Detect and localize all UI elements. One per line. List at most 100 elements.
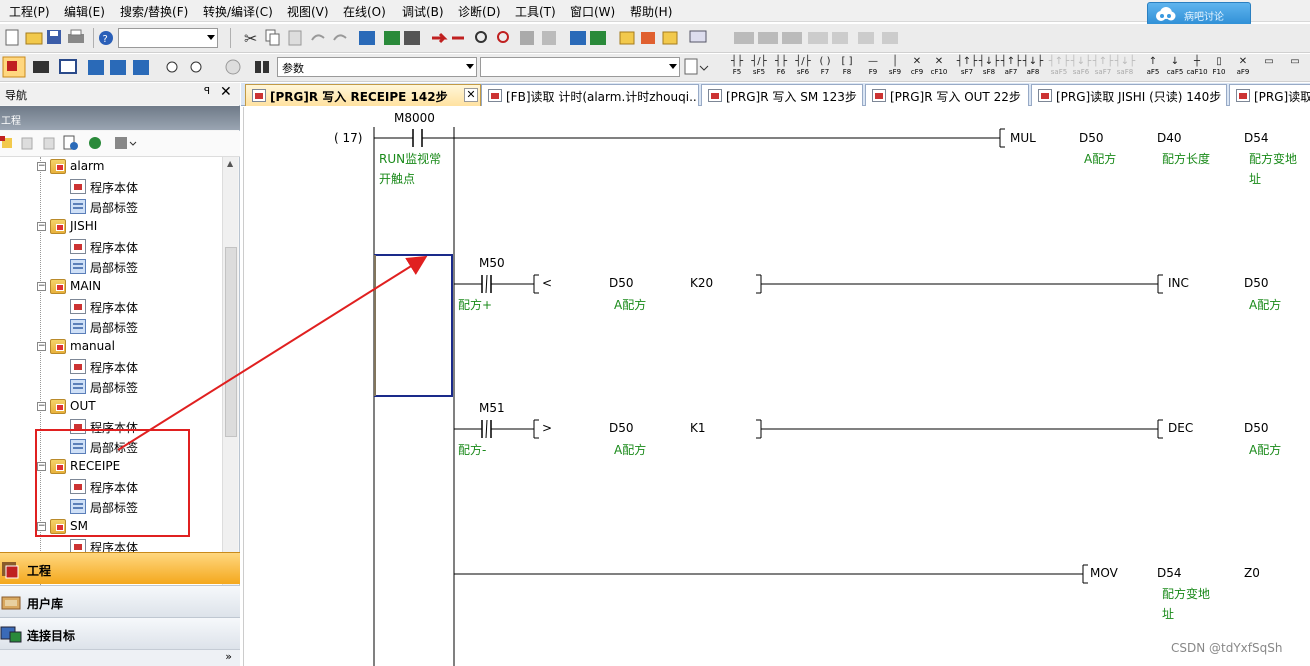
collapse-icon[interactable]: − xyxy=(37,402,46,411)
fkey-sf8[interactable]: ┤↓├ sF8 xyxy=(978,56,1000,78)
collapse-icon[interactable]: − xyxy=(37,282,46,291)
tab-label: [FB]读取 计时(alarm.计时zhouqi... xyxy=(506,90,699,104)
close-icon[interactable]: ✕ xyxy=(220,84,232,100)
connection-target-icon xyxy=(0,626,22,643)
fkey-sf9[interactable]: │ sF9 xyxy=(884,56,906,78)
inst-mov[interactable]: MOV xyxy=(1090,566,1118,580)
menu-convert-compile[interactable]: 转换/编译(C) xyxy=(203,3,273,20)
fkey-extra-23[interactable]: ▭ xyxy=(1258,56,1280,78)
help-icon: ? xyxy=(99,31,113,45)
menu-diagnostics[interactable]: 诊断(D) xyxy=(458,3,501,20)
collapse-icon[interactable]: − xyxy=(37,162,46,171)
tab[interactable]: [PRG]R 写入 OUT 22步 xyxy=(865,84,1029,106)
fkey-f5[interactable]: ┤├ F5 xyxy=(726,56,748,78)
menu-help[interactable]: 帮助(H) xyxy=(630,3,672,20)
nav-section-connection[interactable]: 连接目标 xyxy=(0,617,240,649)
inst-dec[interactable]: DEC xyxy=(1168,421,1193,435)
ladder-symbol-icon: [ ] xyxy=(841,56,853,67)
inst-mul[interactable]: MUL xyxy=(1010,131,1036,145)
fkey-extra-24[interactable]: ▭ xyxy=(1284,56,1306,78)
tab-active[interactable]: [PRG]R 写入 RECEIPE 142步 ✕ xyxy=(245,84,481,106)
toolbar-search-combo[interactable] xyxy=(118,28,218,48)
tab[interactable]: [FB]读取 计时(alarm.计时zhouqi... xyxy=(481,84,699,106)
copy-icon xyxy=(265,29,280,46)
tree-node-label: 程序本体 xyxy=(90,361,139,375)
menu-project[interactable]: 工程(P) xyxy=(9,3,50,20)
dec-dst[interactable]: D50 xyxy=(1244,421,1269,435)
ladder-editor[interactable]: ( 17) M8000 RUN监视常 开触点 MUL D50 A配方 D40 配… xyxy=(243,107,1310,666)
tab[interactable]: [PRG]R 写入 SM 123步 xyxy=(701,84,863,106)
menu-edit[interactable]: 编辑(E) xyxy=(64,3,105,20)
inst-inc[interactable]: INC xyxy=(1168,276,1189,290)
ladder-symbol-icon: ┤├ xyxy=(730,56,744,67)
cloud-button[interactable]: 病吧讨论 xyxy=(1147,2,1251,26)
mov-op1[interactable]: D54 xyxy=(1157,566,1182,580)
mov-op2[interactable]: Z0 xyxy=(1244,566,1260,580)
fkey-af9[interactable]: ✕ aF9 xyxy=(1232,56,1254,78)
parameter-combo[interactable]: 参数 xyxy=(277,57,477,77)
fkey-af5[interactable]: ↑ aF5 xyxy=(1142,56,1164,78)
watch-icon xyxy=(166,61,202,73)
fkey-af7[interactable]: ┤↑├ aF7 xyxy=(1000,56,1022,78)
mul-op2[interactable]: D40 xyxy=(1157,131,1182,145)
device-m51[interactable]: M51 xyxy=(479,401,505,415)
fkey-label: caF5 xyxy=(1166,68,1184,76)
mul-op3[interactable]: D54 xyxy=(1244,131,1269,145)
device-m50[interactable]: M50 xyxy=(479,256,505,270)
inc-compare-op2[interactable]: K20 xyxy=(690,276,713,290)
sort-icon xyxy=(115,137,137,149)
fkey-f10[interactable]: ▯ F10 xyxy=(1208,56,1230,78)
inc-dst[interactable]: D50 xyxy=(1244,276,1269,290)
fkey-af8[interactable]: ┤↓├ aF8 xyxy=(1022,56,1044,78)
mul-op1-comment: A配方 xyxy=(1084,152,1117,166)
ladder-program-icon xyxy=(252,89,266,102)
menu-online[interactable]: 在线(O) xyxy=(343,3,386,20)
device-m8000[interactable]: M8000 xyxy=(394,111,435,125)
dec-compare-op1[interactable]: D50 xyxy=(609,421,634,435)
tab[interactable]: [PRG]读取 JISHI (只读) 140步 xyxy=(1031,84,1227,106)
editor-tab-bar: [PRG]R 写入 RECEIPE 142步 ✕ [FB]读取 计时(alarm.计… xyxy=(241,83,1310,106)
fkey-cf10[interactable]: ✕ cF10 xyxy=(928,56,950,78)
collapse-icon[interactable]: − xyxy=(37,342,46,351)
expand-sections-icon[interactable]: » xyxy=(225,650,232,663)
fkey-sf5[interactable]: ┤/├ sF5 xyxy=(748,56,770,78)
scrollbar-thumb[interactable] xyxy=(225,247,237,437)
inc-compare-op1[interactable]: D50 xyxy=(609,276,634,290)
fkey-sf6[interactable]: ┤/├ sF6 xyxy=(792,56,814,78)
collapse-icon[interactable]: − xyxy=(37,222,46,231)
menu-search-replace[interactable]: 搜索/替换(F) xyxy=(120,3,188,20)
mul-op1[interactable]: D50 xyxy=(1079,131,1104,145)
fkey-caf5[interactable]: ↓ caF5 xyxy=(1164,56,1186,78)
document-menu-icon[interactable] xyxy=(682,54,712,82)
pin-icon[interactable]: ꟼ xyxy=(204,86,210,97)
tab[interactable]: [PRG]读取 xyxy=(1229,84,1310,106)
inc-compare-op[interactable]: < xyxy=(542,276,552,290)
parameter-combo-value: 参数 xyxy=(282,62,304,75)
tree-node-label: OUT xyxy=(70,399,96,413)
dec-compare-op[interactable]: > xyxy=(542,421,552,435)
menu-debug[interactable]: 调试(B) xyxy=(402,3,444,20)
fkey-cf9[interactable]: ✕ cF9 xyxy=(906,56,928,78)
program-folder-icon xyxy=(50,159,66,174)
fkey-label: F6 xyxy=(776,68,786,76)
fkey-sf7[interactable]: ┤↑├ sF7 xyxy=(956,56,978,78)
nav-section-project[interactable]: 工程 xyxy=(0,552,240,584)
mov-op1-comment-2: 址 xyxy=(1162,607,1175,621)
fkey-f7[interactable]: ( ) F7 xyxy=(814,56,836,78)
ladder-symbol-icon: ✕ xyxy=(934,56,944,67)
menu-tools[interactable]: 工具(T) xyxy=(515,3,556,20)
fkey-f9[interactable]: — F9 xyxy=(862,56,884,78)
menu-window[interactable]: 窗口(W) xyxy=(570,3,615,20)
nav-section-library[interactable]: 用户库 xyxy=(0,585,240,617)
menu-view[interactable]: 视图(V) xyxy=(287,3,329,20)
fkey-caf10[interactable]: ┼ caF10 xyxy=(1186,56,1208,78)
tab-close-icon[interactable]: ✕ xyxy=(464,88,478,102)
local-label-icon xyxy=(70,199,86,214)
fkey-f8[interactable]: [ ] F8 xyxy=(836,56,858,78)
dec-compare-op2[interactable]: K1 xyxy=(690,421,706,435)
fkey-f6[interactable]: ┤├ F6 xyxy=(770,56,792,78)
search-combo[interactable] xyxy=(480,57,680,77)
ladder-symbol-icon: ↑ xyxy=(1148,56,1158,67)
scroll-up-icon[interactable]: ▲ xyxy=(227,159,233,168)
inc-dst-comment: A配方 xyxy=(1249,298,1282,312)
